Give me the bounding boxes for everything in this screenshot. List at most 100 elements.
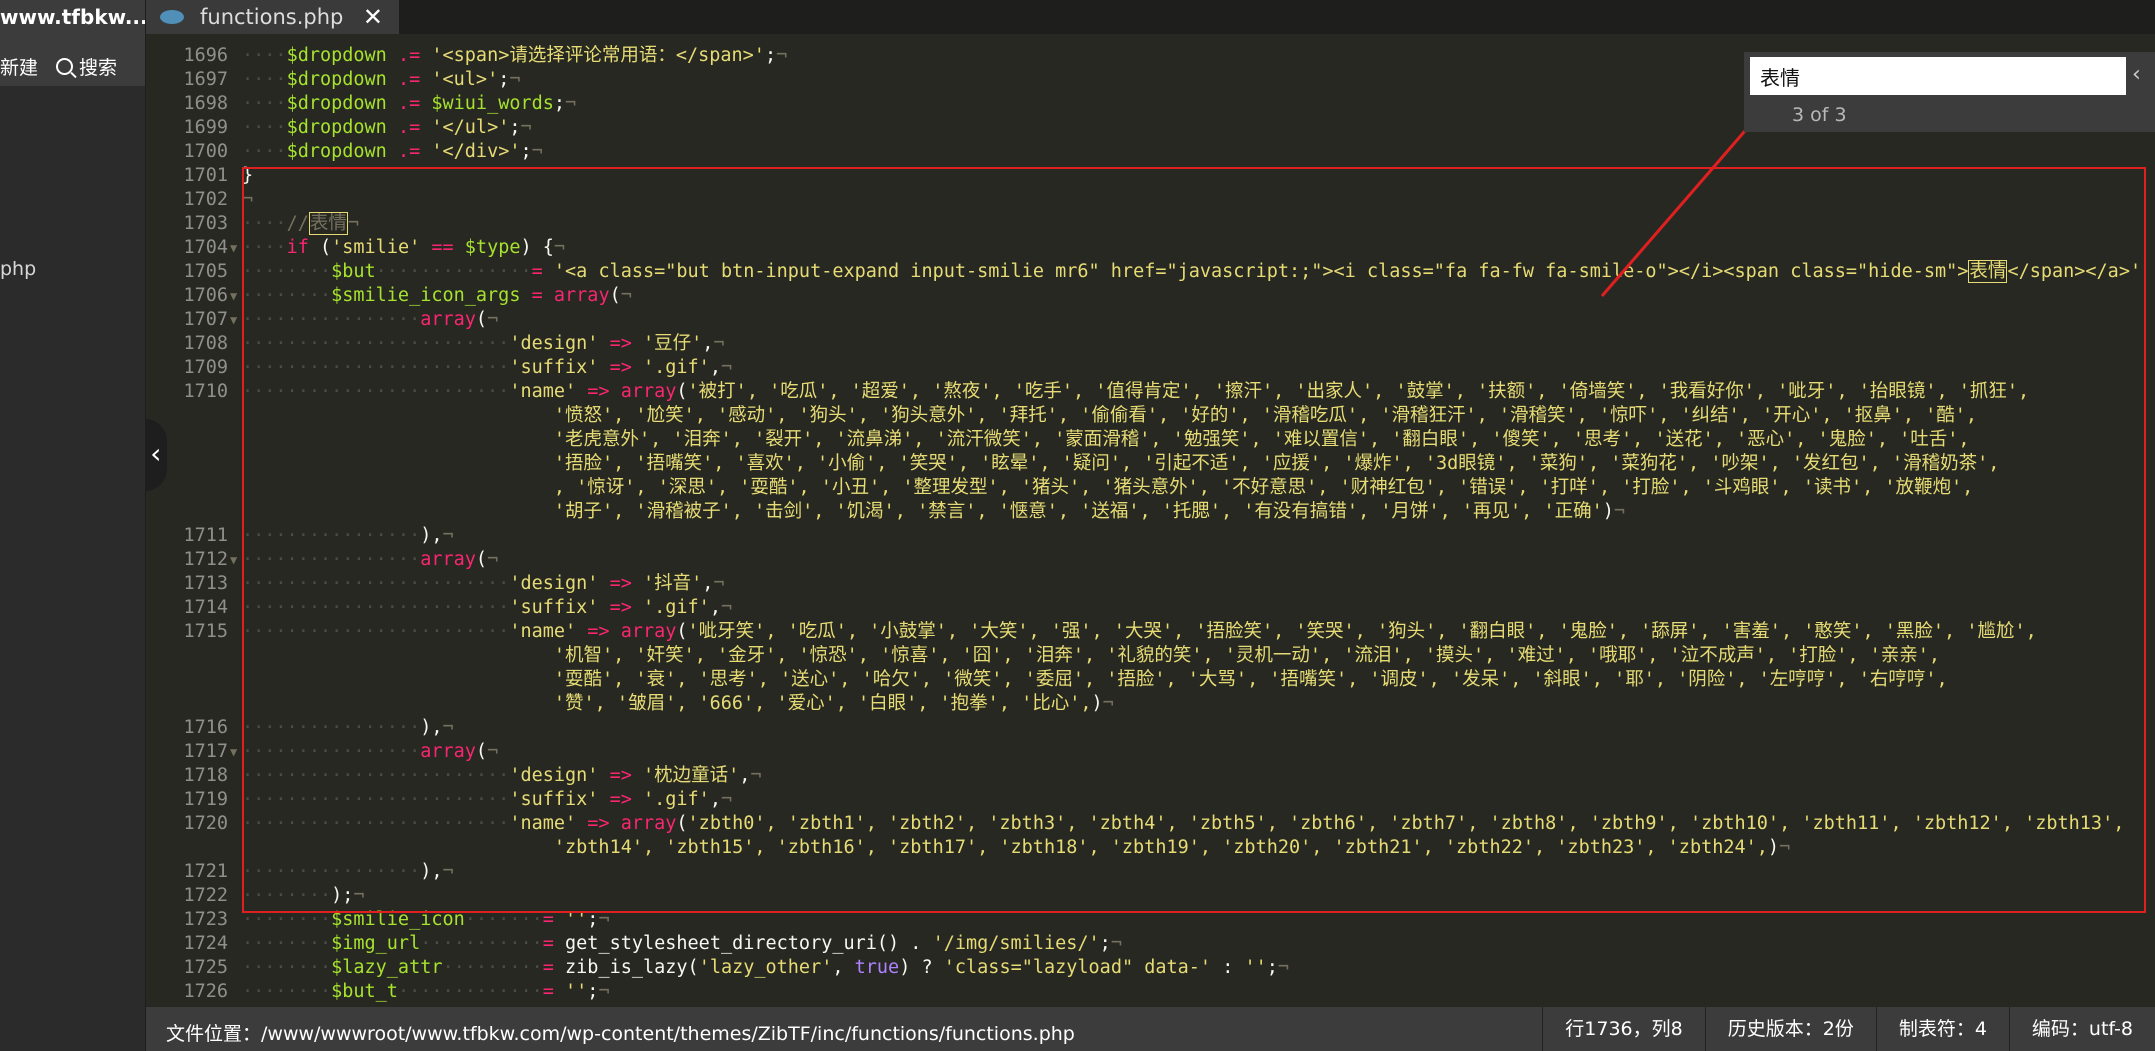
code-token: ; xyxy=(764,45,777,66)
tab-functions-php[interactable]: functions.php ✕ xyxy=(146,0,399,34)
code-token: .= xyxy=(397,141,421,162)
code-text: ····$dropdown .= '</div>';¬ xyxy=(242,140,543,164)
code-token: ( xyxy=(676,381,688,402)
code-token: => xyxy=(587,813,610,834)
line-number: 1711 xyxy=(183,525,228,546)
code-token: ¬ xyxy=(750,765,762,786)
code-token: '.gif' xyxy=(642,789,710,810)
code-text: ········$smilie_icon·······= '';¬ xyxy=(242,908,610,932)
fold-arrow-icon[interactable]: ▼ xyxy=(230,548,237,572)
code-token: 'lazy_other' xyxy=(698,957,833,978)
sidebar-toolbar: 新建 搜索 xyxy=(0,46,145,86)
tab-size[interactable]: 制表符：4 xyxy=(1875,1007,2009,1051)
code-token: 'name' xyxy=(509,621,577,642)
code-text: ························'suffix' => '.gi… xyxy=(242,356,732,380)
code-token: ················ xyxy=(242,717,421,738)
code-token: '<span>请选择评论常用语：</span>' xyxy=(431,45,765,66)
fold-arrow-icon[interactable]: ▼ xyxy=(230,236,237,260)
code-token: , xyxy=(709,357,721,378)
code-token: $but xyxy=(331,261,376,282)
code-token: ; xyxy=(587,981,599,1002)
code-token: ¬ xyxy=(353,885,365,906)
code-token: 'name' xyxy=(509,813,577,834)
line-number: 1721 xyxy=(183,861,228,882)
line-number: 1708 xyxy=(183,333,228,354)
cursor-position[interactable]: 行1736，列8 xyxy=(1542,1007,1704,1051)
find-input[interactable] xyxy=(1750,57,2126,95)
code-token: ························ xyxy=(242,621,510,642)
code-token: ························ xyxy=(242,573,510,594)
code-token: ); xyxy=(331,885,354,906)
code-token: ¬ xyxy=(442,525,454,546)
history-versions[interactable]: 历史版本：2份 xyxy=(1704,1007,1876,1051)
code-editor[interactable]: 1696 ····$dropdown .= '<span>请选择评论常用语：</s… xyxy=(146,44,2155,1007)
code-text: ········$but_t·············= '';¬ xyxy=(242,980,610,1004)
site-title[interactable]: www.tfbkw.... xyxy=(0,0,145,46)
code-token: => xyxy=(609,789,632,810)
code-token: ( xyxy=(475,741,488,762)
code-token: ¬ xyxy=(487,741,499,762)
file-sidebar: www.tfbkw.... 新建 搜索 php xyxy=(0,0,146,1051)
code-token: '' xyxy=(565,981,588,1002)
code-token: .= xyxy=(397,45,421,66)
find-prev-icon[interactable]: ‹ xyxy=(2132,62,2141,87)
php-file-icon xyxy=(160,10,184,24)
new-button[interactable]: 新建 xyxy=(0,53,38,80)
code-token: ¬ xyxy=(1779,837,1791,858)
collapse-sidebar-button[interactable]: ‹ xyxy=(145,419,167,491)
code-token: ········· xyxy=(442,957,543,978)
code-token: ; xyxy=(553,93,566,114)
code-token: $dropdown xyxy=(286,117,387,138)
code-token: == xyxy=(431,237,454,258)
code-token: array xyxy=(620,813,677,834)
line-number: 1707 xyxy=(183,309,228,330)
code-token: = xyxy=(531,261,543,282)
code-token: => xyxy=(609,765,632,786)
code-token: ¬ xyxy=(713,573,725,594)
code-token: ¬ xyxy=(720,789,733,810)
code-token: '耍酷', '衰', '思考', '送心', '哈欠', '微笑', '委屈',… xyxy=(553,669,1948,690)
code-token: => xyxy=(587,621,610,642)
code-token: '</div>' xyxy=(431,141,521,162)
fold-arrow-icon[interactable]: ▼ xyxy=(230,740,237,764)
code-token: , xyxy=(702,333,714,354)
code-token: ········ xyxy=(242,957,332,978)
code-token: ), xyxy=(420,717,443,738)
code-token: ························ xyxy=(242,813,510,834)
search-button[interactable]: 搜索 xyxy=(56,53,117,80)
line-number: 1703 xyxy=(183,213,228,234)
file-tree-item[interactable]: php xyxy=(0,258,36,280)
code-token: '呲牙笑', '吃瓜', '小鼓掌', '大笑', '强', '大哭', '捂脸… xyxy=(687,621,2037,642)
code-token: ¬ xyxy=(242,189,254,210)
close-tab-icon[interactable]: ✕ xyxy=(363,3,383,31)
code-token: ················ xyxy=(242,741,421,762)
code-token: ) { xyxy=(520,237,554,258)
code-token: ¬ xyxy=(487,549,499,570)
code-token: ···· xyxy=(242,69,287,90)
code-token: ········ xyxy=(242,885,332,906)
code-token: ; xyxy=(587,909,599,930)
line-number: 1701 xyxy=(183,165,228,186)
code-token: ························ xyxy=(242,789,510,810)
encoding[interactable]: 编码：utf-8 xyxy=(2008,1007,2155,1051)
code-token: , xyxy=(739,765,751,786)
code-token: '.gif' xyxy=(642,357,710,378)
code-token: array xyxy=(420,741,476,762)
code-token: ) xyxy=(1767,837,1780,858)
fold-arrow-icon[interactable]: ▼ xyxy=(230,284,237,308)
code-token: ¬ xyxy=(720,597,733,618)
line-number: 1705 xyxy=(183,261,228,282)
line-number: 1697 xyxy=(183,69,228,90)
fold-arrow-icon[interactable]: ▼ xyxy=(230,308,237,332)
code-text: '老虎意外', '泪奔', '裂开', '流鼻涕', '流汗微笑', '蒙面滑稽… xyxy=(242,428,1970,452)
code-token: // xyxy=(286,213,309,234)
